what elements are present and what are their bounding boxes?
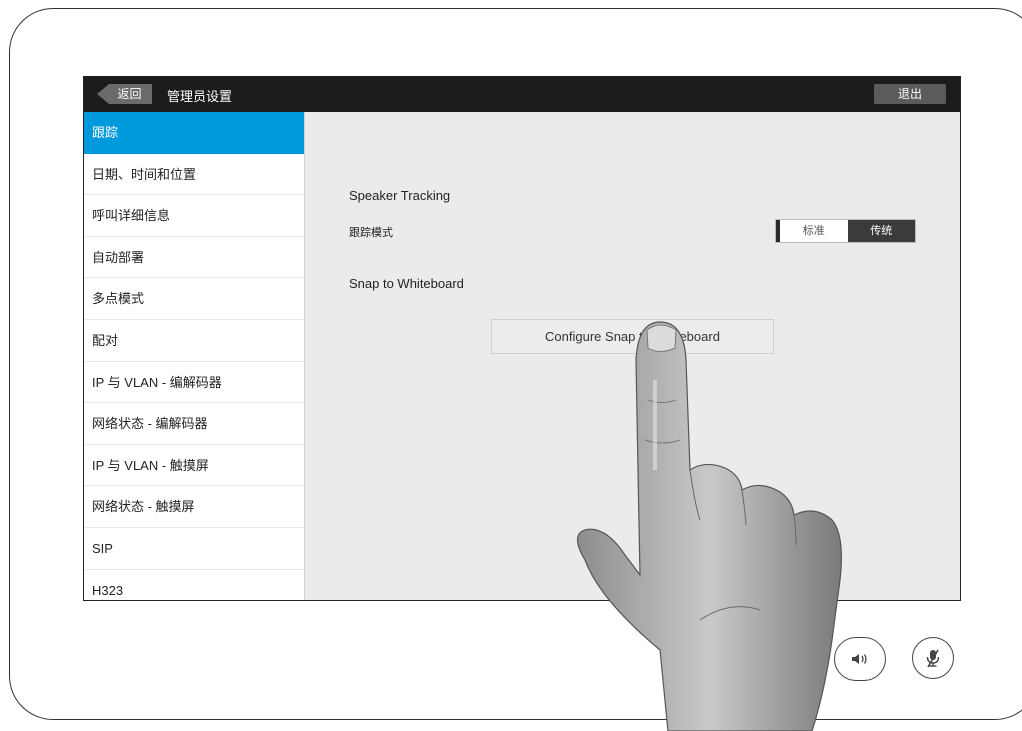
sidebar-item-network-status-touch[interactable]: 网络状态 - 触摸屏: [84, 486, 304, 528]
sidebar-item-ip-vlan-codec[interactable]: IP 与 VLAN - 编解码器: [84, 362, 304, 404]
speaker-volume-icon: [852, 654, 867, 664]
sidebar-item-tracking[interactable]: 跟踪: [84, 112, 304, 154]
tracking-mode-segmented-control: 标准 传统: [775, 219, 916, 243]
mute-button[interactable]: [912, 637, 954, 679]
snap-to-whiteboard-title: Snap to Whiteboard: [349, 276, 464, 291]
mode-option-legacy[interactable]: 传统: [847, 220, 915, 242]
page-title: 管理员设置: [167, 89, 233, 104]
sidebar-item-pairing[interactable]: 配对: [84, 320, 304, 362]
sidebar-item-sip[interactable]: SIP: [84, 528, 304, 570]
back-button[interactable]: 返回: [97, 84, 152, 104]
mode-option-standard[interactable]: 标准: [780, 220, 848, 242]
volume-button[interactable]: [834, 637, 886, 681]
sidebar-item-network-status-codec[interactable]: 网络状态 - 编解码器: [84, 403, 304, 445]
exit-button[interactable]: 退出: [874, 84, 946, 104]
sidebar-item-date-time-location[interactable]: 日期、时间和位置: [84, 154, 304, 196]
sidebar-item-call-details[interactable]: 呼叫详细信息: [84, 195, 304, 237]
sidebar-item-multipoint-mode[interactable]: 多点模式: [84, 278, 304, 320]
touch-screen: 返回 管理员设置 退出 跟踪 日期、时间和位置 呼叫详细信息 自动部署 多点模式…: [83, 76, 961, 601]
top-bar: 返回 管理员设置 退出: [84, 77, 960, 112]
tracking-mode-label: 跟踪模式: [349, 227, 393, 239]
sidebar: 跟踪 日期、时间和位置 呼叫详细信息 自动部署 多点模式 配对 IP 与 VLA…: [84, 112, 305, 600]
settings-content: Speaker Tracking 跟踪模式 标准 传统 Snap to Whit…: [305, 112, 960, 600]
speaker-tracking-title: Speaker Tracking: [349, 188, 451, 203]
sidebar-item-auto-provisioning[interactable]: 自动部署: [84, 237, 304, 279]
microphone-muted-icon: [926, 649, 940, 668]
sidebar-item-ip-vlan-touch[interactable]: IP 与 VLAN - 触摸屏: [84, 445, 304, 487]
sidebar-item-h323[interactable]: H323: [84, 570, 304, 600]
configure-snap-button[interactable]: Configure Snap to Whiteboard: [491, 319, 774, 354]
